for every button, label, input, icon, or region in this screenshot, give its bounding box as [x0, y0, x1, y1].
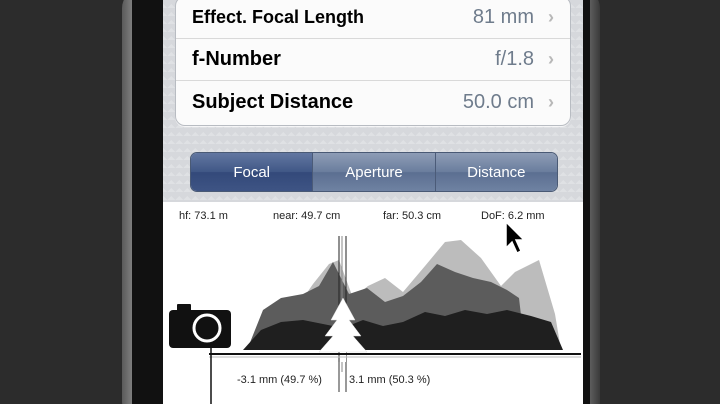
mouse-pointer-icon — [505, 220, 526, 255]
subject-distance-row[interactable]: Subject Distance 50.0 cm › — [176, 81, 570, 123]
near-offset-label: -3.1 mm (49.7 %) — [237, 374, 322, 386]
subject-distance-label: Subject Distance — [192, 90, 354, 113]
app-screen: Effect. Focal Length 81 mm › f-Number f/… — [163, 0, 583, 404]
settings-group: Effect. Focal Length 81 mm › f-Number f/… — [175, 0, 571, 126]
segment-aperture[interactable]: Aperture — [312, 153, 435, 191]
camera-icon — [169, 304, 231, 348]
chevron-right-icon: › — [548, 49, 554, 69]
f-number-label: f-Number — [192, 48, 281, 70]
focal-length-label: Effect. Focal Length — [192, 7, 365, 27]
far-offset-label: 3.1 mm (50.3 %) — [349, 374, 431, 386]
mode-segmented-control: Focal Aperture Distance — [190, 152, 558, 192]
segment-focal[interactable]: Focal — [191, 153, 313, 191]
chevron-right-icon: › — [548, 7, 554, 27]
video-frame: Effect. Focal Length 81 mm › f-Number f/… — [0, 0, 720, 404]
focal-length-row[interactable]: Effect. Focal Length 81 mm › — [176, 0, 570, 39]
subject-distance-value: 50.0 cm — [462, 90, 534, 113]
chevron-right-icon: › — [548, 91, 554, 112]
f-number-value: f/1.8 — [495, 48, 534, 70]
segment-distance[interactable]: Distance — [434, 153, 557, 191]
focal-length-value: 81 mm — [472, 6, 534, 28]
f-number-row[interactable]: f-Number f/1.8 › — [176, 39, 570, 81]
